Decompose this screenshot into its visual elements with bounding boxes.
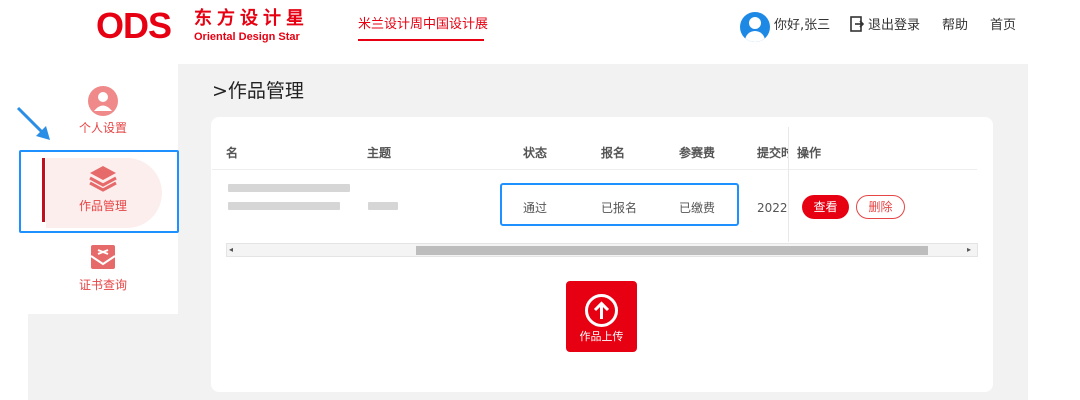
upload-arrow-icon [585,294,618,327]
help-link[interactable]: 帮助 [942,17,968,35]
logo-mark: ODS [96,5,172,46]
top-header: ODS 东方设计星 Oriental Design Star 米兰设计周中国设计… [0,0,1080,56]
avatar-body [745,31,765,42]
home-link[interactable]: 首页 [990,17,1016,35]
column-header-registration: 报名 [601,146,626,160]
sidebar-item-label: 证书查询 [78,278,127,292]
table-header-divider [212,169,977,170]
fixed-column-divider [788,127,789,242]
redacted-theme [368,202,398,210]
avatar-head [749,17,761,29]
column-header-theme: 主题 [367,146,392,160]
active-tab-underline [358,39,484,41]
logo-english-name: Oriental Design Star [194,31,300,43]
annotation-arrow-sidebar-icon [16,106,50,140]
certificate-icon [90,245,116,269]
delete-button[interactable]: 删除 [856,195,905,219]
redacted-work-name [228,202,340,210]
column-header-name: 名 [226,146,239,160]
scrollbar-thumb[interactable] [416,246,928,255]
column-header-status: 状态 [523,146,548,160]
user-greeting[interactable]: 你好,张三 [774,17,830,35]
cell-submit-time: 2022- [757,201,788,215]
column-header-fee: 参赛费 [679,146,716,160]
logo-chinese-name: 东方设计星 [194,8,309,29]
scroll-right-arrow-icon[interactable]: ▸ [967,243,971,257]
view-button[interactable]: 查看 [802,195,849,219]
page-title: >作品管理 [212,80,304,102]
redacted-work-name [228,184,350,192]
column-header-actions: 操作 [797,146,822,160]
scroll-left-arrow-icon[interactable]: ◂ [229,243,233,257]
column-header-submit-time: 提交时 [757,146,788,160]
upload-work-button[interactable]: 作品上传 [566,281,637,352]
user-icon [88,86,118,116]
highlight-box-sidebar [19,150,179,233]
arrow-up-icon [593,301,610,319]
logout-link[interactable]: 退出登录 [868,17,920,35]
nav-tab-milan-design-week[interactable]: 米兰设计周中国设计展 [358,16,488,34]
highlight-box-row-status [500,183,739,226]
logout-icon[interactable] [850,16,864,32]
upload-label: 作品上传 [579,330,624,343]
logo[interactable]: ODS 东方设计星 Oriental Design Star [96,6,326,46]
avatar[interactable] [740,12,770,42]
